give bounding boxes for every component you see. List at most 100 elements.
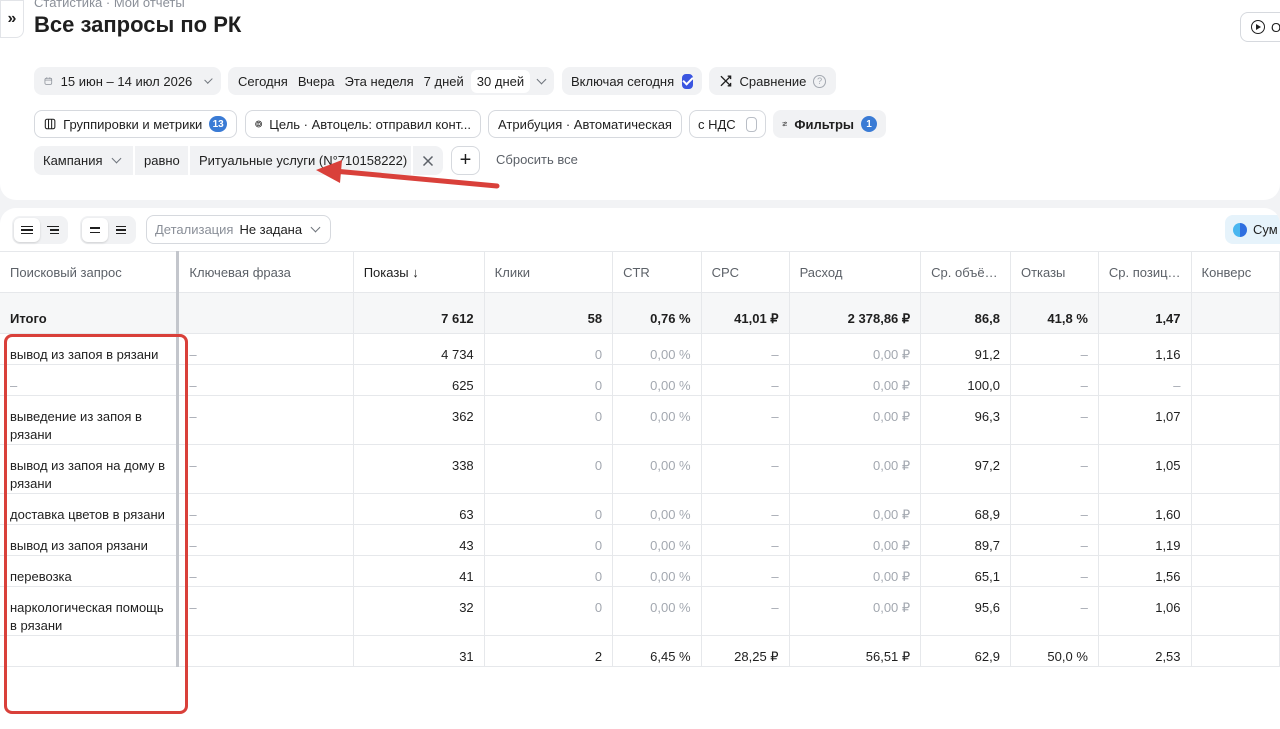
cell-avg-volume: 86,8: [920, 292, 1011, 334]
breadcrumb[interactable]: Статистика · Мои отчеты: [34, 0, 185, 10]
column-header-spend[interactable]: Расход: [789, 251, 922, 293]
cell-keyword-phrase: –: [177, 555, 354, 587]
add-filter-button[interactable]: +: [451, 146, 480, 175]
summary-button[interactable]: Сум: [1225, 215, 1280, 244]
regular-rows-option[interactable]: [108, 218, 134, 242]
row-density-toggle: [80, 216, 136, 244]
cell-impressions: 625: [353, 364, 485, 396]
cell-clicks: 0: [484, 333, 614, 365]
vat-toggle[interactable]: с НДС: [689, 110, 766, 138]
column-header-clicks[interactable]: Клики: [484, 251, 614, 293]
cell-cpc: –: [701, 524, 790, 556]
preset-this-week[interactable]: Эта неделя: [340, 74, 419, 89]
help-icon[interactable]: ?: [813, 74, 826, 88]
groupings-metrics-button[interactable]: Группировки и метрики 13: [34, 110, 237, 138]
cell-avg-position: 1,47: [1098, 292, 1192, 334]
cell-impressions: 31: [353, 635, 485, 667]
include-today-label: Включая сегодня: [571, 73, 675, 89]
cell-avg-position: 2,53: [1098, 635, 1192, 667]
target-icon: [255, 120, 263, 128]
filters-button[interactable]: Фильтры 1: [773, 110, 886, 138]
cell-ctr: 0,00 %: [612, 555, 702, 587]
play-button[interactable]: О: [1240, 12, 1280, 42]
detail-level-value: Не задана: [239, 222, 303, 237]
column-header-cpc[interactable]: CPC: [701, 251, 790, 293]
expand-sidebar-button[interactable]: »: [0, 0, 24, 38]
table-row[interactable]: 31 2 6,45 % 28,25 ₽56,51 ₽62,9 50,0 % 2,53: [0, 635, 1280, 667]
preset-yesterday[interactable]: Вчера: [293, 74, 340, 89]
table-row[interactable]: выведение из запоя в рязани –362 0 0,00 % –0…: [0, 395, 1280, 445]
column-header-search-query[interactable]: Поисковый запрос: [0, 251, 180, 293]
remove-filter-button[interactable]: [413, 146, 443, 175]
column-header-keyword-phrase[interactable]: Ключевая фраза: [177, 251, 354, 293]
cell-search-query: перевозка: [0, 555, 180, 587]
cell-conversions: [1191, 364, 1280, 396]
cell-clicks: 0: [484, 395, 614, 445]
column-header-conversions[interactable]: Конверс: [1191, 251, 1280, 293]
cell-spend: 0,00 ₽: [789, 364, 922, 396]
attribution-select[interactable]: Атрибуция · Автоматическая: [488, 110, 682, 138]
vat-checkbox[interactable]: [745, 116, 757, 132]
column-header-avg-volume[interactable]: Ср. объё…: [920, 251, 1011, 293]
cell-clicks: 58: [484, 292, 614, 334]
cell-avg-volume: 68,9: [920, 493, 1011, 525]
compare-arrows-icon: [720, 75, 732, 87]
date-range-label: 15 июн – 14 июл 2026: [60, 73, 193, 89]
goal-select[interactable]: Цель · Автоцель: отправил конт...: [245, 110, 481, 138]
flat-list-view-option[interactable]: [14, 218, 40, 242]
table-row[interactable]: наркологическая помощь в рязани –32 0 0,00 …: [0, 586, 1280, 636]
cell-impressions: 41: [353, 555, 485, 587]
compare-button[interactable]: Сравнение ?: [709, 67, 836, 95]
date-range-select[interactable]: 15 июн – 14 июл 2026: [34, 67, 221, 95]
cell-clicks: 0: [484, 586, 614, 636]
table-row[interactable]: вывод из запоя рязани –43 0 0,00 % –0,00 ₽89…: [0, 524, 1280, 556]
cell-impressions: 43: [353, 524, 485, 556]
table-row[interactable]: – –625 0 0,00 % –0,00 ₽100,0– –: [0, 364, 1280, 396]
filter-value[interactable]: Ритуальные услуги (N°710158222): [190, 146, 411, 175]
cell-ctr: 0,00 %: [612, 586, 702, 636]
column-header-ctr[interactable]: CTR: [612, 251, 702, 293]
cell-ctr: 6,45 %: [612, 635, 702, 667]
tree-list-view-option[interactable]: [40, 218, 66, 242]
table-row[interactable]: вывод из запоя в рязани –4 734 0 0,00 % –0,0…: [0, 333, 1280, 365]
cell-avg-volume: 91,2: [920, 333, 1011, 365]
preset-today[interactable]: Сегодня: [233, 74, 293, 89]
indented-list-icon: [47, 225, 59, 235]
preset-30-days[interactable]: 30 дней: [470, 69, 531, 93]
table-row[interactable]: перевозка –41 0 0,00 % –0,00 ₽65,1–1,56: [0, 555, 1280, 587]
detail-level-select[interactable]: Детализация Не задана: [146, 215, 331, 244]
reset-all-button[interactable]: Сбросить все: [496, 152, 578, 167]
cell-cpc: –: [701, 444, 790, 494]
cell-conversions: [1191, 395, 1280, 445]
table-total-row[interactable]: Итого 7 612 58 0,76 % 41,01 ₽2 378,86 ₽86,8 4…: [0, 292, 1280, 334]
attribution-label: Атрибуция · Автоматическая: [498, 116, 672, 132]
filters-label: Фильтры: [794, 116, 854, 132]
include-today-checkbox[interactable]: [682, 73, 693, 89]
column-header-avg-position[interactable]: Ср. позиц…: [1098, 251, 1192, 293]
cell-spend: 56,51 ₽: [789, 635, 922, 667]
cell-keyword-phrase: –: [177, 493, 354, 525]
cell-bounces: –: [1010, 555, 1099, 587]
cell-cpc: –: [701, 555, 790, 587]
column-header-bounces[interactable]: Отказы: [1010, 251, 1099, 293]
cell-keyword-phrase: –: [177, 333, 354, 365]
chevron-down-icon[interactable]: [536, 74, 547, 84]
compact-rows-option[interactable]: [82, 218, 108, 242]
cell-cpc: –: [701, 395, 790, 445]
cell-conversions: [1191, 586, 1280, 636]
table-row[interactable]: доставка цветов в рязани –63 0 0,00 % –0,00 …: [0, 493, 1280, 525]
cell-avg-volume: 65,1: [920, 555, 1011, 587]
column-header-impressions[interactable]: Показы ↓: [353, 251, 485, 293]
cell-cpc: 28,25 ₽: [701, 635, 790, 667]
cell-avg-position: 1,19: [1098, 524, 1192, 556]
include-today-toggle[interactable]: Включая сегодня: [562, 67, 702, 95]
filter-field-label: Кампания: [43, 153, 103, 168]
filter-operator[interactable]: равно: [135, 146, 188, 175]
filter-field-select[interactable]: Кампания: [34, 146, 133, 175]
preset-7-days[interactable]: 7 дней: [419, 74, 469, 89]
plus-icon: +: [459, 149, 472, 171]
cell-keyword-phrase: [177, 635, 354, 667]
table-row[interactable]: вывод из запоя на дому в рязани –338 0 0,00…: [0, 444, 1280, 494]
cell-keyword-phrase: [177, 292, 354, 334]
cell-avg-volume: 89,7: [920, 524, 1011, 556]
